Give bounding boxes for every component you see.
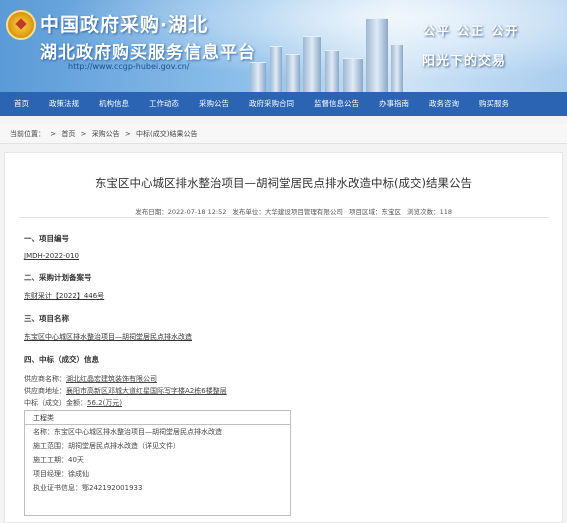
engineering-row-license: 执业证书信息：鄂242192001933 (33, 484, 143, 492)
project-name: 东宝区中心城区排水整治项目—胡祠堂居民点排水改造 (24, 333, 192, 341)
section-plan-number-title: 二、采购计划备案号 (24, 273, 92, 282)
nav-item-consult[interactable]: 政务咨询 (419, 92, 469, 116)
breadcrumb-current: 中标(成交)结果公告 (136, 130, 198, 138)
breadcrumb-separator: > (124, 130, 131, 138)
award-amount-line: 中标（成交）金额：56.2(万元) (24, 397, 544, 409)
supplier-address-line: 供应商地址：襄阳市高新区邓城大道红星国际写字楼A2栋6楼整层 (24, 385, 544, 397)
nav-item-home[interactable]: 首页 (0, 92, 39, 116)
breadcrumb-procurement-notices[interactable]: 采购公告 (92, 130, 120, 138)
breadcrumb-separator: > (80, 130, 87, 138)
project-number: JMDH-2022-010 (24, 252, 79, 260)
section-project-name-title: 三、项目名称 (24, 314, 69, 323)
breadcrumb-prefix: 当前位置： (10, 130, 45, 138)
supplier-name-label: 供应商名称： (24, 375, 66, 383)
supplier-address-label: 供应商地址： (24, 387, 66, 395)
article-body: 一、项目编号 JMDH-2022-010 二、采购计划备案号 东财采计【2022… (24, 233, 544, 409)
emblem-icon (6, 10, 36, 40)
award-amount-label: 中标（成交）金额： (24, 399, 87, 407)
engineering-row-scope: 施工范围：胡祠堂居民点排水改造（详见文件） (33, 442, 180, 450)
plan-number: 东财采计【2022】446号 (24, 292, 105, 300)
nav-item-guide[interactable]: 办事指南 (369, 92, 419, 116)
supplier-name-line: 供应商名称：湖北红晶宏建筑装饰有限公司 (24, 373, 544, 385)
site-banner: 中国政府采购·湖北 湖北政府购买服务信息平台 http://www.ccgp-h… (0, 0, 567, 92)
breadcrumb-separator: > (50, 130, 57, 138)
section-project-number-title: 一、项目编号 (24, 234, 69, 243)
nav-item-work-news[interactable]: 工作动态 (139, 92, 189, 116)
nav-item-policy[interactable]: 政策法规 (39, 92, 89, 116)
engineering-row-manager: 项目经理：徐成仙 (33, 470, 89, 478)
breadcrumb-home[interactable]: 首页 (61, 130, 75, 138)
slogan-fairness: 公平 公正 公开 (423, 24, 520, 38)
nav-item-supervision[interactable]: 监督信息公告 (304, 92, 369, 116)
nav-item-contracts[interactable]: 政府采购合同 (239, 92, 304, 116)
engineering-table-header: 工程类 (25, 411, 290, 425)
view-count: 浏览次数：118 (407, 208, 452, 216)
breadcrumb: 当前位置： > 首页 > 采购公告 > 中标(成交)结果公告 (0, 124, 567, 144)
divider (19, 217, 549, 218)
publish-time: 发布日期：2022-07-18 12:52 (135, 208, 227, 216)
project-region: 项目区域：东宝区 (349, 208, 401, 216)
supplier-name: 湖北红晶宏建筑装饰有限公司 (66, 375, 157, 383)
main-nav: 首页 政策法规 机构信息 工作动态 采购公告 政府采购合同 监督信息公告 办事指… (0, 92, 567, 116)
article-panel: 东宝区中心城区排水整治项目—胡祠堂居民点排水改造中标(成交)结果公告 发布日期：… (4, 152, 563, 523)
nav-item-agencies[interactable]: 机构信息 (89, 92, 139, 116)
engineering-table: 工程类 名称：东宝区中心城区排水整治项目—胡祠堂居民点排水改造 施工范围：胡祠堂… (24, 410, 291, 516)
award-amount: 56.2(万元) (87, 399, 123, 407)
site-url: http://www.ccgp-hubei.gov.cn/ (68, 62, 190, 71)
site-subtitle: 湖北政府购买服务信息平台 (40, 43, 256, 63)
engineering-row-name: 名称：东宝区中心城区排水整治项目—胡祠堂居民点排水改造 (33, 428, 222, 436)
article-meta: 发布日期：2022-07-18 12:52 发布单位：大华建设项目管理有限公司 … (131, 206, 452, 216)
section-award-info-title: 四、中标（成交）信息 (24, 355, 99, 364)
site-title: 中国政府采购·湖北 (40, 14, 209, 36)
slogan-sunshine: 阳光下的交易 (422, 54, 507, 69)
nav-item-procurement-notices[interactable]: 采购公告 (189, 92, 239, 116)
engineering-row-duration: 施工工期：40天 (33, 456, 84, 464)
supplier-address: 襄阳市高新区邓城大道红星国际写字楼A2栋6楼整层 (66, 387, 227, 395)
nav-item-purchase-service[interactable]: 购买服务 (469, 92, 519, 116)
publisher: 发布单位：大华建设项目管理有限公司 (232, 208, 343, 216)
article-title: 东宝区中心城区排水整治项目—胡祠堂居民点排水改造中标(成交)结果公告 (95, 176, 472, 190)
